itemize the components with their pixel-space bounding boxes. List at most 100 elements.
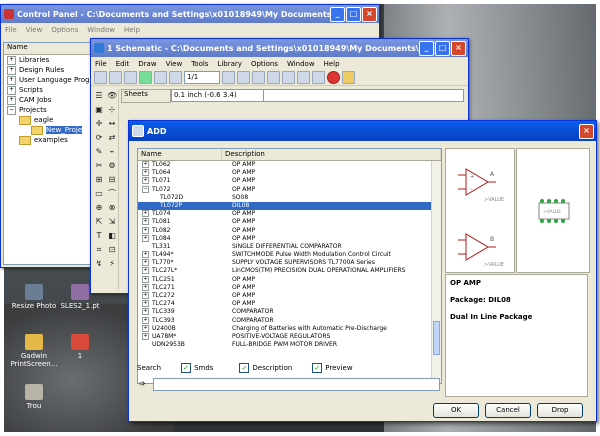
- command-line-input[interactable]: [263, 89, 464, 102]
- tool-icon-4[interactable]: ⊹: [107, 105, 117, 115]
- menu-file[interactable]: File: [95, 60, 107, 68]
- expand-icon[interactable]: +: [7, 65, 16, 75]
- close-button[interactable]: ×: [579, 123, 594, 139]
- tool-icon-8[interactable]: ⇄: [107, 133, 117, 143]
- menu-file[interactable]: File: [5, 26, 17, 34]
- menu-draw[interactable]: Draw: [138, 60, 156, 68]
- sheet-select[interactable]: 1/1: [184, 71, 220, 84]
- cancel-button[interactable]: Cancel: [485, 403, 531, 418]
- print-icon[interactable]: [124, 71, 137, 84]
- minimize-button[interactable]: _: [330, 6, 345, 22]
- expand-icon[interactable]: +: [142, 332, 149, 340]
- expand-icon[interactable]: +: [142, 226, 149, 234]
- device-row[interactable]: UDN2953B FULL-BRIDGE PWM MOTOR DRIVER: [138, 341, 432, 349]
- device-row[interactable]: + TLC251 OP AMP: [138, 275, 432, 284]
- expand-icon[interactable]: +: [142, 251, 149, 259]
- tool-icon-20[interactable]: ⇲: [107, 217, 117, 227]
- tool-icon-14[interactable]: ⊟: [107, 175, 117, 185]
- drop-button[interactable]: Drop: [537, 403, 583, 418]
- expand-icon[interactable]: +: [142, 300, 149, 308]
- tool-icon-13[interactable]: ⊞: [94, 175, 104, 185]
- menu-options[interactable]: Options: [51, 26, 78, 34]
- checkbox-smds[interactable]: ✓ Smds: [181, 363, 213, 373]
- tool-icon-2[interactable]: 👁: [107, 91, 117, 101]
- open-icon[interactable]: [94, 71, 107, 84]
- tool-icon-5[interactable]: ✛: [94, 119, 104, 129]
- desktop-icon-resize-photo[interactable]: Resize Photo: [8, 284, 60, 310]
- device-row[interactable]: + TLC27L* LinCMOS(TM) PRECISION DUAL OPERA…: [138, 267, 432, 275]
- device-row[interactable]: + TL082 OP AMP: [138, 226, 432, 235]
- device-row[interactable]: + TL494* SWITCHMODE Pulse Width Modulation…: [138, 251, 432, 259]
- tool-icon-25[interactable]: ↯: [94, 259, 104, 269]
- column-description[interactable]: Description: [222, 149, 441, 160]
- expand-icon[interactable]: +: [7, 55, 16, 65]
- tool-icon-16[interactable]: ⌒: [107, 189, 117, 199]
- zoom-fit-icon[interactable]: [222, 71, 235, 84]
- tool-icon-12[interactable]: ⚙: [107, 161, 117, 171]
- expand-icon[interactable]: +: [7, 85, 16, 95]
- checkbox-description[interactable]: ✓ Description: [239, 363, 292, 373]
- column-name[interactable]: Name: [138, 149, 222, 160]
- minimize-button[interactable]: _: [419, 40, 434, 56]
- schematic-titlebar[interactable]: 1 Schematic - C:\Documents and Settings\…: [91, 39, 468, 57]
- expand-icon[interactable]: +: [142, 308, 149, 316]
- expand-icon[interactable]: +: [142, 234, 149, 242]
- board-icon[interactable]: [154, 71, 167, 84]
- zoom-redraw-icon[interactable]: [267, 71, 280, 84]
- device-row[interactable]: + TL084 OP AMP: [138, 234, 432, 243]
- device-row[interactable]: + TL064 OP AMP: [138, 169, 432, 177]
- zoom-select-icon[interactable]: [282, 71, 295, 84]
- desktop-icon-trou[interactable]: Trou: [8, 384, 60, 410]
- sheet-icon[interactable]: [169, 71, 182, 84]
- menu-edit[interactable]: Edit: [116, 60, 130, 68]
- menu-help[interactable]: Help: [124, 26, 140, 34]
- zoom-out-icon[interactable]: [252, 71, 265, 84]
- maximize-button[interactable]: □: [346, 6, 361, 22]
- sheets-tab[interactable]: Sheets: [121, 89, 171, 103]
- tool-icon-9[interactable]: ✎: [94, 147, 104, 157]
- menu-window[interactable]: Window: [287, 60, 315, 68]
- device-row[interactable]: TL331 SINGLE DIFFERENTIAL COMPARATOR: [138, 243, 432, 251]
- device-row[interactable]: + TLC271 OP AMP: [138, 283, 432, 292]
- maximize-button[interactable]: □: [435, 40, 450, 56]
- search-input[interactable]: [153, 378, 440, 391]
- menu-window[interactable]: Window: [87, 26, 115, 34]
- desktop-icon-gadwin[interactable]: Gadwin PrintScreen...: [8, 334, 60, 368]
- expand-icon[interactable]: +: [142, 161, 149, 168]
- expand-icon[interactable]: +: [142, 324, 149, 332]
- device-row[interactable]: + TL074 OP AMP: [138, 210, 432, 218]
- device-row[interactable]: + TLC339 COMPARATOR: [138, 308, 432, 316]
- expand-icon[interactable]: +: [142, 292, 149, 299]
- device-list-scrollbar[interactable]: [431, 161, 441, 383]
- tool-icon-17[interactable]: ⊕: [94, 203, 104, 213]
- expand-icon[interactable]: +: [142, 259, 149, 267]
- device-row[interactable]: + TL770* SUPPLY VOLTAGE SUPERVISORS TL7700…: [138, 259, 432, 267]
- expand-icon[interactable]: +: [142, 275, 149, 283]
- expand-icon[interactable]: +: [142, 316, 149, 324]
- device-row[interactable]: + TLC393 COMPARATOR: [138, 316, 432, 325]
- redo-icon[interactable]: [312, 71, 325, 84]
- expand-icon[interactable]: +: [142, 218, 149, 226]
- device-row[interactable]: + TL062 OP AMP: [138, 161, 432, 169]
- menu-library[interactable]: Library: [217, 60, 241, 68]
- tool-icon-26[interactable]: ⚡: [107, 259, 117, 269]
- device-row[interactable]: TL072D SO08: [138, 194, 432, 202]
- menu-options[interactable]: Options: [251, 60, 278, 68]
- tool-icon-22[interactable]: ◧: [107, 231, 117, 241]
- control-panel-titlebar[interactable]: Control Panel - C:\Documents and Setting…: [1, 5, 379, 23]
- menu-help[interactable]: Help: [324, 60, 340, 68]
- collapse-icon[interactable]: −: [7, 105, 16, 115]
- device-row[interactable]: + UA78M* POSITIVE-VOLTAGE REGULATORS: [138, 332, 432, 341]
- tool-icon-1[interactable]: ☰: [94, 91, 104, 101]
- scrollbar-thumb[interactable]: [433, 321, 440, 355]
- cam-icon[interactable]: [139, 71, 152, 84]
- menu-view[interactable]: View: [166, 60, 183, 68]
- device-row[interactable]: + TL081 OP AMP: [138, 218, 432, 226]
- tool-icon-19[interactable]: ⇱: [94, 217, 104, 227]
- device-row[interactable]: + TL071 OP AMP: [138, 177, 432, 185]
- desktop-icon-1[interactable]: 1: [54, 334, 106, 360]
- tool-icon-24[interactable]: ⊡: [107, 245, 117, 255]
- tool-icon-15[interactable]: ▭: [94, 189, 104, 199]
- tool-icon-10[interactable]: ⌁: [107, 147, 117, 157]
- expand-icon[interactable]: +: [7, 95, 16, 105]
